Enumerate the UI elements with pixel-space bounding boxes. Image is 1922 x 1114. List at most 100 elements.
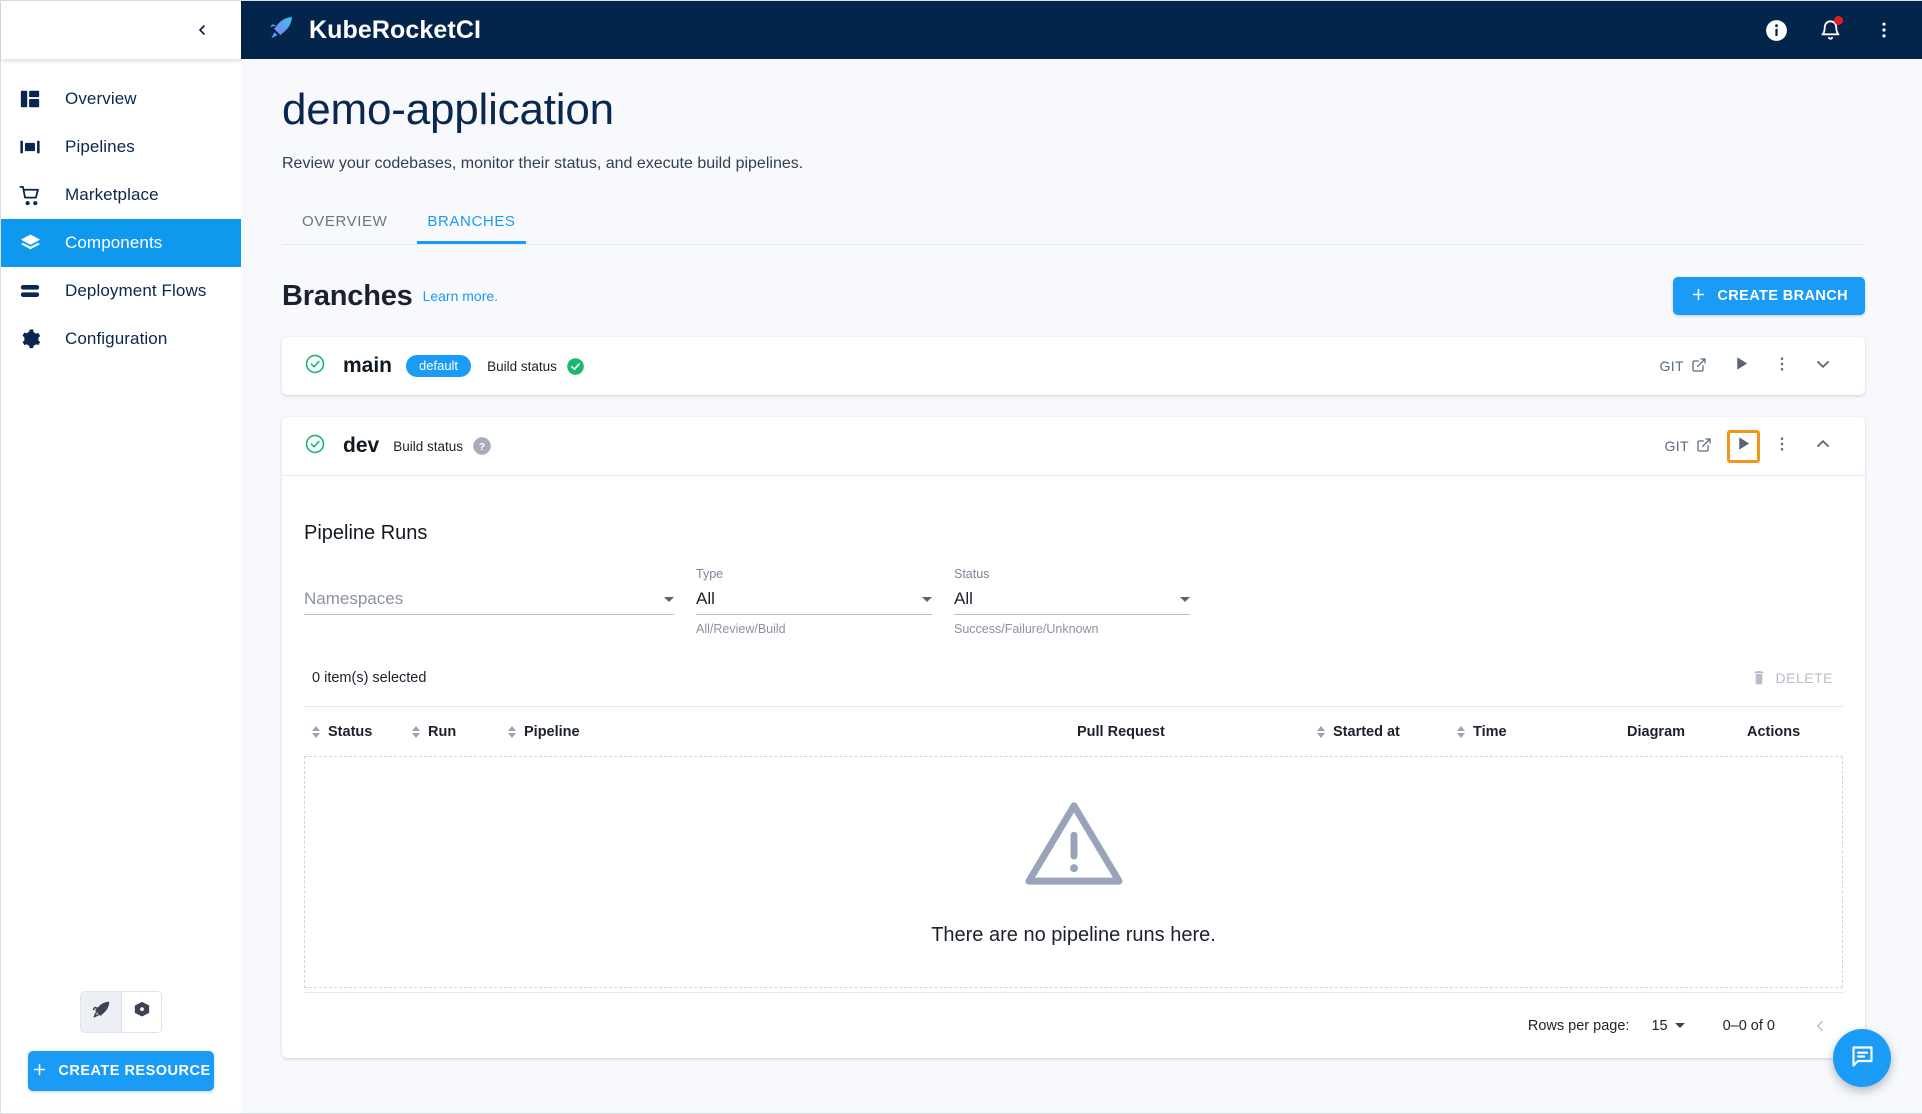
run-pipeline-button[interactable] [1722,347,1760,385]
mode-toggle-rocket-button[interactable] [81,992,121,1032]
branch-menu-button[interactable] [1763,347,1801,385]
namespaces-filter[interactable]: Namespaces [304,567,674,636]
dashboard-icon [17,86,43,112]
kebab-menu-icon[interactable] [1870,16,1898,44]
sidebar-item-deployment-flows[interactable]: Deployment Flows [1,267,241,315]
layers-icon [17,230,43,256]
brand-title: KubeRocketCI [309,15,482,44]
column-run[interactable]: Run [412,706,508,756]
sort-icon [1457,726,1465,738]
branch-row[interactable]: dev Build status ? GIT [282,417,1865,475]
create-resource-button[interactable]: CREATE RESOURCE [28,1051,214,1091]
rocket-icon [267,14,295,47]
branch-menu-button[interactable] [1763,427,1801,465]
topbar-actions [1762,16,1898,44]
status-filter-label: Status [954,567,990,581]
pagination-prev-button[interactable] [1803,1009,1837,1043]
type-filter[interactable]: Type All All/Review/Build [696,567,932,636]
kebab-menu-icon [1773,355,1791,378]
mode-toggle [80,991,162,1033]
column-actions: Actions [1747,706,1843,756]
branch-expand-button[interactable] [1804,347,1842,385]
run-pipeline-button[interactable] [1727,429,1760,463]
sidebar-item-label: Overview [65,89,137,108]
sidebar-item-configuration[interactable]: Configuration [1,315,241,363]
mode-toggle-kubernetes-button[interactable] [121,992,161,1032]
column-label: Pipeline [524,724,580,740]
chat-fab-button[interactable] [1833,1029,1891,1087]
sidebar-item-label: Configuration [65,329,168,348]
play-icon [1735,435,1752,457]
sidebar-item-components[interactable]: Components [1,219,241,267]
git-link[interactable]: GIT [1659,357,1719,376]
sidebar-item-label: Pipelines [65,137,135,156]
branch-default-chip: default [406,355,472,377]
plus-icon [1690,286,1707,307]
success-check-icon [566,357,585,376]
column-started-at[interactable]: Started at [1317,706,1457,756]
info-icon[interactable] [1762,16,1790,44]
sidebar-footer: CREATE RESOURCE [1,991,241,1113]
app-window: Overview Pipelines Marketplace Component… [0,0,1922,1114]
create-branch-button[interactable]: CREATE BRANCH [1673,277,1865,315]
sort-icon [412,726,420,738]
page-title: demo-application [282,85,614,134]
sidebar-item-pipelines[interactable]: Pipelines [1,123,241,171]
page-subtitle: Review your codebases, monitor their sta… [282,155,804,172]
branch-row-actions: GIT [1664,427,1842,465]
create-resource-label: CREATE RESOURCE [58,1063,211,1079]
column-label: Time [1473,724,1507,740]
cart-icon [17,182,43,208]
column-time[interactable]: Time [1457,706,1627,756]
status-filter[interactable]: Status All Success/Failure/Unknown [954,567,1190,636]
chevron-left-icon [199,25,205,35]
sidebar: Overview Pipelines Marketplace Component… [1,1,241,1113]
table-header-row: Status Run Pipeline Pull Request Started… [304,706,1843,756]
git-link[interactable]: GIT [1664,437,1724,456]
play-icon [1733,355,1750,377]
sidebar-item-overview[interactable]: Overview [1,75,241,123]
column-pipeline[interactable]: Pipeline [508,706,1077,756]
topbar: KubeRocketCI [241,1,1922,59]
delete-button[interactable]: DELETE [1751,669,1843,688]
plus-icon [31,1061,48,1082]
tab-overview[interactable]: OVERVIEW [282,207,407,244]
sort-icon [508,726,516,738]
rows-per-page-value: 15 [1651,1017,1668,1034]
sidebar-item-marketplace[interactable]: Marketplace [1,171,241,219]
chevron-down-icon [1813,354,1833,379]
column-label: Actions [1747,724,1801,740]
namespaces-filter-label [304,567,674,583]
branch-card-main: main default Build status GIT [282,337,1865,395]
tab-branches[interactable]: BRANCHES [407,207,535,244]
external-link-icon [1691,357,1707,376]
flows-icon [17,278,43,304]
warning-triangle-icon [1022,797,1126,894]
selection-toolbar: 0 item(s) selected DELETE [304,650,1843,706]
rows-per-page-select[interactable]: 15 [1651,1017,1685,1034]
branch-collapse-button[interactable] [1804,427,1842,465]
column-status[interactable]: Status [304,706,412,756]
branch-expanded-body: Pipeline Runs Namespaces Type All All/Re… [282,475,1865,1058]
sidebar-nav: Overview Pipelines Marketplace Component… [1,59,241,991]
column-label: Status [328,724,373,740]
chevron-down-icon [664,597,674,602]
check-circle-icon [304,353,326,380]
bell-icon[interactable] [1816,16,1844,44]
selected-count: 0 item(s) selected [312,670,427,686]
branch-row[interactable]: main default Build status GIT [282,337,1865,395]
empty-state-text: There are no pipeline runs here. [931,924,1216,946]
learn-more-link[interactable]: Learn more. [423,288,498,304]
sidebar-collapse-button[interactable] [185,13,219,47]
chevron-left-icon [1816,1020,1824,1031]
gear-icon [17,326,43,352]
kebab-menu-icon [1773,435,1791,458]
create-branch-label: CREATE BRANCH [1717,288,1848,304]
brand[interactable]: KubeRocketCI [267,14,481,47]
sidebar-item-label: Components [65,233,163,252]
column-label: Run [428,724,457,740]
chevron-down-icon [1180,597,1190,602]
type-filter-label: Type [696,567,724,581]
rocket-icon [91,1000,111,1025]
branch-name: main [343,354,393,377]
